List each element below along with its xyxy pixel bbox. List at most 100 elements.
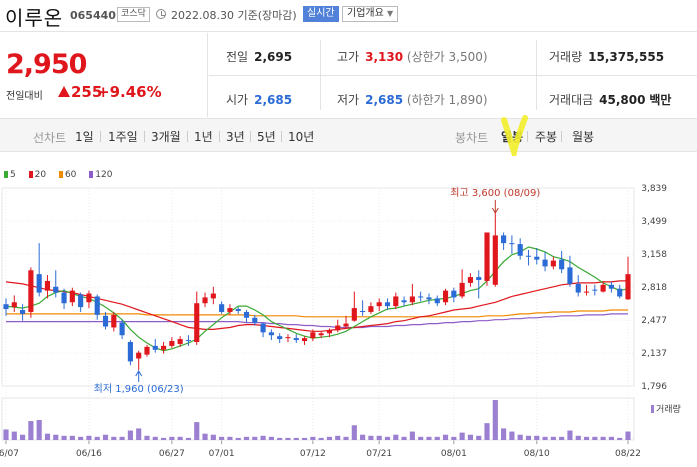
candle-body [78,294,84,308]
candle-body [335,325,341,331]
divider [209,75,697,76]
up-triangle-icon [58,86,70,97]
volume-area [1,397,635,441]
candle-body [243,311,250,318]
divider [561,131,562,142]
candle-body [318,333,324,336]
candle-body [326,330,333,334]
market-badge: 코스닥 [117,7,150,22]
candle-body [517,244,523,256]
volume-bar [94,436,100,440]
volume-bar [426,436,432,440]
tab-1w[interactable]: 1주일 [108,128,138,145]
x-tick-label: 08/01 [441,449,467,459]
candle-body [351,308,357,321]
volume-bar [550,436,556,440]
candle-body [36,274,42,293]
volume-bar [459,432,465,440]
volume-bar [268,436,274,440]
candle-body [608,284,614,289]
x-tick-label: 06/16 [76,449,102,459]
stat-amount: 거래대금 45,800 백만 [549,93,672,107]
candle-body [219,304,225,312]
candle-body [11,302,17,308]
volume-bar [517,434,523,440]
line-chart-label: 선차트 [33,131,67,145]
volume-bar [144,435,150,440]
divider [187,131,188,142]
volume-bar [177,436,183,440]
candle-body [418,296,424,298]
candle-body [227,308,233,312]
volume-bar [476,435,482,440]
candle-body [194,303,200,342]
candle-body [600,284,606,292]
volume-bar [36,420,42,440]
candle-body [268,332,274,336]
volume-bar [318,437,324,440]
volume-bar [185,437,192,440]
candle-body [583,291,590,293]
stock-name: 이루온 [5,6,64,30]
volume-bar [152,436,158,440]
y-tick-label: 3,499 [641,217,667,227]
candle-body [260,323,266,333]
candle-body [625,274,631,300]
chevron-down-icon: ▼ [387,9,394,18]
volume-bar [343,436,349,440]
volume-bar [78,436,84,440]
candle-body [293,338,299,341]
volume-bar [69,435,75,440]
company-info-dropdown[interactable]: 기업개요 ▼ [342,6,399,22]
y-tick-label: 2,137 [641,349,667,359]
stat-open: 시가 2,685 [226,93,293,107]
price-change: 255 [58,83,102,101]
realtime-button[interactable]: 실시간 [303,6,339,22]
candle-body [53,286,59,293]
stat-prev-close: 전일 2,695 [226,50,293,64]
clock-icon [156,9,166,19]
tab-monthly[interactable]: 월봉 [572,128,594,145]
tab-3m[interactable]: 3개월 [151,128,181,145]
tab-5y[interactable]: 5년 [257,128,276,145]
candle-body [136,352,142,359]
candle-body [285,337,291,339]
candlestick-chart[interactable]: 3,839 3,499 3,158 2,818 2,477 2,137 1,796 06/07… [0,164,697,467]
volume-bar [293,437,299,440]
period-tabs: 선차트 1일 1주일 3개월 1년 3년 5년 10년 봉차트 일봉 주봉 월봉 [0,118,697,152]
tab-10y[interactable]: 10년 [288,128,314,145]
stat-high: 고가 3,130 (상한가 3,500) [337,50,488,64]
volume-bar [44,433,51,440]
volume-bar [161,437,167,440]
volume-bar [559,436,565,440]
y-tick-label: 3,839 [641,184,667,194]
tab-1d[interactable]: 1일 [75,128,94,145]
candle-body [277,336,283,340]
x-tick-label: 06/27 [159,449,185,459]
candle-body [202,297,208,304]
volume-bar [368,435,374,440]
volume-bar [418,436,424,440]
tab-3y[interactable]: 3년 [226,128,245,145]
change-rate: +9.46% [97,83,162,101]
divider [250,131,251,142]
tab-1y[interactable]: 1년 [194,128,213,145]
candle-body [534,256,540,260]
candle-body [235,309,241,311]
candle-body [169,341,175,346]
candle-body [28,270,34,312]
candle-body [111,314,117,328]
volume-bar [492,400,498,440]
volume-bar [119,436,125,440]
volume-bar [11,431,17,440]
candle-body [127,342,133,362]
candle-body [592,289,598,291]
y-tick-label: 3,158 [641,250,667,260]
candle-body [185,340,192,342]
volume-bar [393,434,399,440]
volume-bar [608,436,614,440]
change-label: 전일대비 [6,91,43,102]
tab-weekly[interactable]: 주봉 [535,128,557,145]
candle-body [401,300,407,303]
y-tick-label: 2,477 [641,316,667,326]
